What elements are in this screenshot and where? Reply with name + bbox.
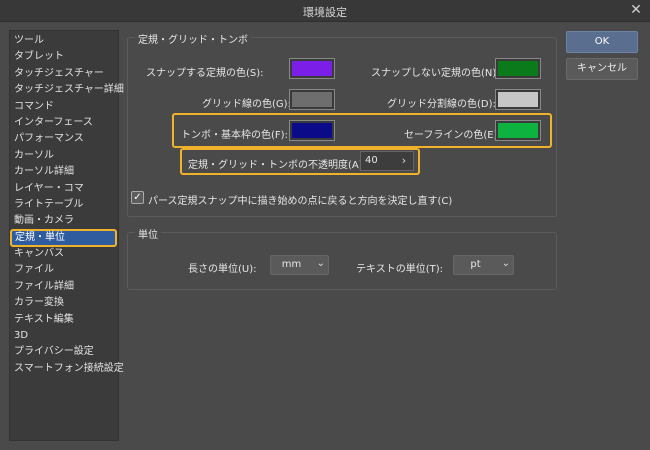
length-unit-label: 長さの単位(U):: [188, 264, 257, 275]
sidebar-item[interactable]: レイヤー・コマ: [10, 181, 118, 197]
sidebar-item[interactable]: タブレット: [10, 49, 118, 65]
opacity-value[interactable]: 40: [365, 155, 378, 166]
crop-frame-color-swatch[interactable]: [289, 120, 335, 141]
sidebar-item[interactable]: 3D: [10, 328, 118, 344]
grid-color-swatch[interactable]: [289, 89, 335, 110]
sidebar-item[interactable]: コマンド: [10, 99, 118, 115]
sidebar-item[interactable]: プライバシー設定: [10, 344, 118, 360]
opacity-input[interactable]: 40 ›: [360, 151, 414, 171]
sidebar-item[interactable]: タッチジェスチャー: [10, 66, 118, 82]
grid-division-color-swatch[interactable]: [495, 89, 541, 110]
sidebar-item[interactable]: ファイル詳細: [10, 279, 118, 295]
sidebar-item[interactable]: カーソル詳細: [10, 164, 118, 180]
perspective-snap-checkbox[interactable]: ✓: [131, 191, 144, 204]
sidebar-item[interactable]: スマートフォン接続設定: [10, 361, 124, 377]
ok-button[interactable]: OK: [566, 31, 638, 53]
grid-division-color-label: グリッド分割線の色(D):: [387, 99, 496, 110]
perspective-snap-label[interactable]: パース定規スナップ中に描き始めの点に戻ると方向を決定し直す(C): [148, 192, 452, 207]
sidebar-item[interactable]: 動画・カメラ: [10, 213, 118, 229]
window-title: 環境設定: [303, 6, 347, 19]
opacity-label: 定規・グリッド・トンボの不透明度(A):: [188, 160, 367, 171]
text-unit-select[interactable]: pt ⌄: [453, 255, 514, 275]
sidebar-item[interactable]: 定規・単位: [10, 228, 117, 248]
chevron-down-icon: ⌄: [316, 258, 325, 269]
title-bar: 環境設定 ✕: [0, 0, 650, 22]
snap-ruler-color-swatch[interactable]: [289, 58, 335, 79]
sidebar-item[interactable]: ファイル: [10, 262, 118, 278]
crop-frame-color-label: トンボ・基本枠の色(F):: [181, 130, 288, 141]
sidebar-item[interactable]: キャンバス: [10, 246, 118, 262]
close-icon[interactable]: ✕: [628, 2, 644, 18]
sidebar-item[interactable]: インターフェース: [10, 115, 118, 131]
nosnap-ruler-color-swatch[interactable]: [495, 58, 541, 79]
sidebar-item[interactable]: テキスト編集: [10, 312, 118, 328]
sidebar-item[interactable]: ライトテーブル: [10, 197, 118, 213]
group-title: 定規・グリッド・トンボ: [135, 31, 251, 46]
text-unit-value: pt: [470, 259, 481, 270]
category-list: ツール タブレット タッチジェスチャー タッチジェスチャー詳細 コマンド インターフェース…: [9, 30, 124, 441]
cancel-button[interactable]: キャンセル: [566, 58, 638, 80]
safe-line-color-swatch[interactable]: [495, 120, 541, 141]
grid-color-label: グリッド線の色(G):: [202, 99, 291, 110]
nosnap-ruler-color-label: スナップしない定規の色(N):: [371, 68, 500, 79]
length-unit-value: mm: [281, 259, 302, 270]
sidebar-item[interactable]: カラー変換: [10, 295, 118, 311]
text-unit-label: テキストの単位(T):: [356, 264, 443, 275]
checkmark-icon: ✓: [133, 192, 142, 203]
length-unit-select[interactable]: mm ⌄: [270, 255, 329, 275]
safe-line-color-label: セーフラインの色(E):: [404, 130, 501, 141]
sidebar-item[interactable]: タッチジェスチャー詳細: [10, 82, 124, 98]
snap-ruler-color-label: スナップする定規の色(S):: [146, 68, 264, 79]
chevron-down-icon: ⌄: [501, 258, 510, 269]
group-title: 単位: [135, 226, 161, 241]
chevron-right-icon[interactable]: ›: [395, 152, 413, 170]
sidebar-item[interactable]: パフォーマンス: [10, 131, 118, 147]
sidebar-item[interactable]: ツール: [10, 33, 118, 49]
sidebar-item[interactable]: カーソル: [10, 148, 118, 164]
